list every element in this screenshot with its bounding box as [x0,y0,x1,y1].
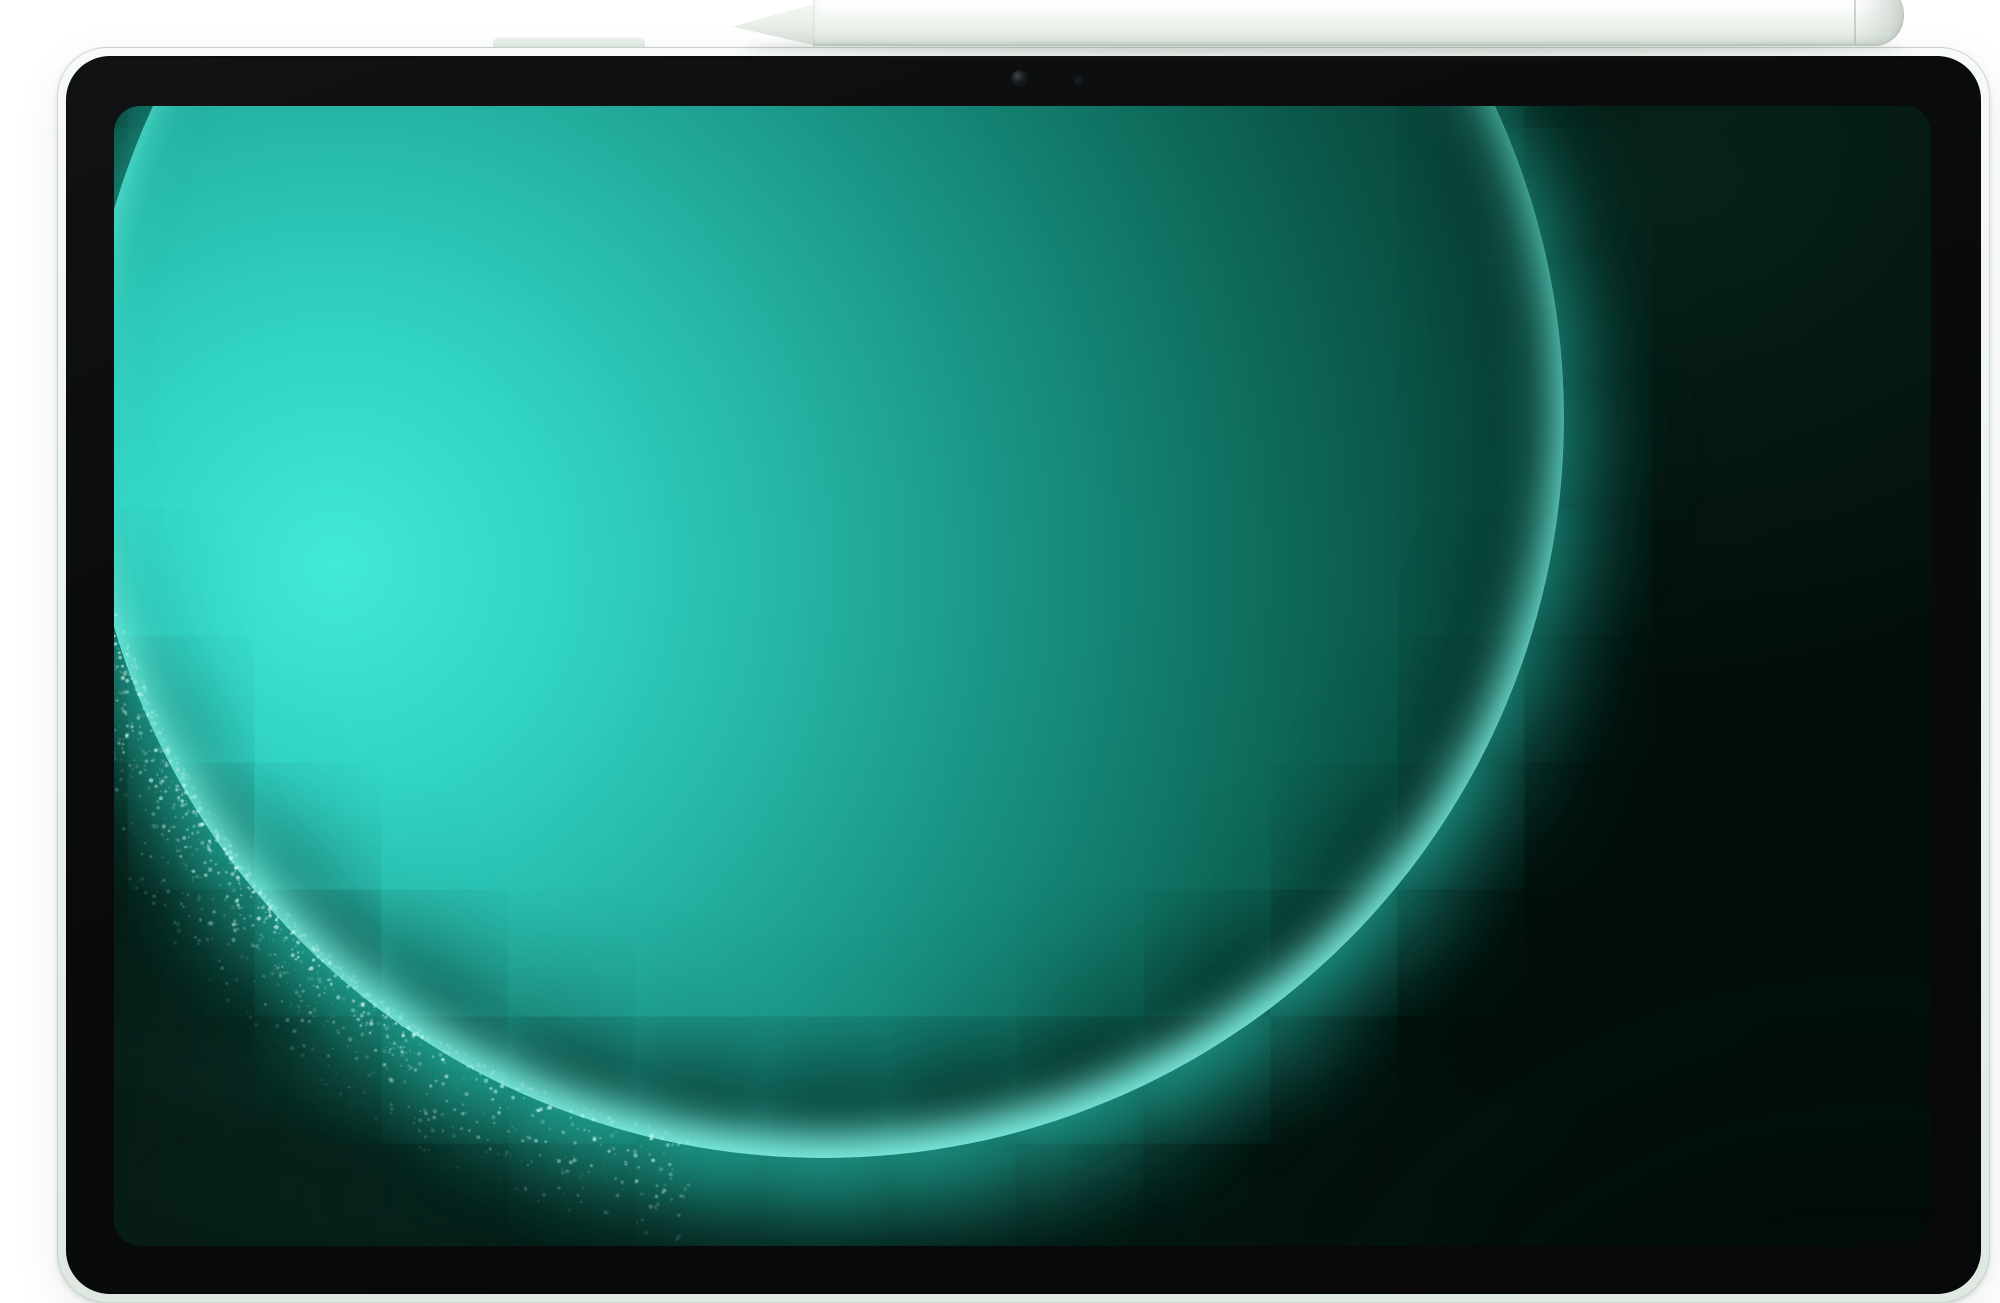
stylus-tip [733,3,817,46]
light-sensor-icon [1074,76,1083,85]
product-photo [0,0,2000,1303]
tablet-screen [114,106,1931,1246]
stylus-cap-seam [1854,0,1856,44]
wallpaper-particles [114,106,1931,1246]
stylus-cap [1856,0,1904,46]
tablet-bezel [66,56,1981,1294]
tablet-device [57,47,1990,1303]
front-camera-lens [1012,71,1026,85]
stylus-highlight [820,0,1880,20]
